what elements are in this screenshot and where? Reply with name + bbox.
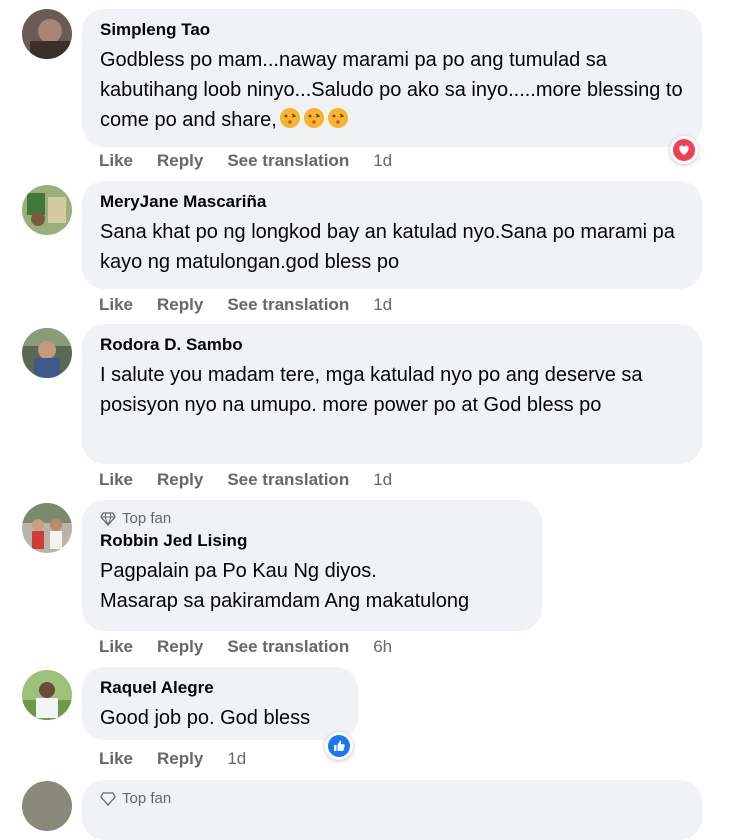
reply-button[interactable]: Reply bbox=[157, 470, 203, 490]
like-button[interactable]: Like bbox=[99, 470, 133, 490]
reply-button[interactable]: Reply bbox=[157, 151, 203, 171]
comment-text: I salute you madam tere, mga katulad nyo… bbox=[100, 364, 643, 416]
commenter-name[interactable]: Simpleng Tao bbox=[100, 19, 684, 41]
avatar[interactable] bbox=[22, 9, 72, 59]
top-fan-badge: Top fan bbox=[100, 510, 524, 527]
avatar[interactable] bbox=[22, 328, 72, 378]
kiss-emoji-icon bbox=[277, 108, 349, 131]
comment-actions: Like Reply See translation 6h bbox=[99, 637, 392, 657]
avatar[interactable] bbox=[22, 670, 72, 720]
commenter-name[interactable]: Raquel Alegre bbox=[100, 677, 340, 699]
see-translation-link[interactable]: See translation bbox=[227, 470, 349, 490]
top-fan-badge: Top fan bbox=[100, 790, 684, 807]
top-fan-label: Top fan bbox=[122, 510, 172, 527]
diamond-icon bbox=[100, 511, 116, 526]
comment-actions: Like Reply See translation 1d bbox=[99, 295, 392, 315]
reply-button[interactable]: Reply bbox=[157, 295, 203, 315]
comment-bubble: Simpleng Tao Godbless po mam...naway mar… bbox=[82, 9, 702, 147]
comment-text-wrap: Godbless po mam...naway marami pa po ang… bbox=[100, 45, 684, 135]
comment-actions: Like Reply See translation 1d bbox=[99, 470, 392, 490]
comment-bubble: Raquel Alegre Good job po. God bless bbox=[82, 667, 358, 740]
comment-text: Good job po. God bless bbox=[100, 707, 311, 729]
comment-bubble: Top fan bbox=[82, 780, 702, 840]
reply-button[interactable]: Reply bbox=[157, 637, 203, 657]
comment-actions: Like Reply See translation 1d bbox=[99, 151, 392, 171]
see-translation-link[interactable]: See translation bbox=[227, 295, 349, 315]
comment-text: Godbless po mam...naway marami pa po ang… bbox=[100, 49, 683, 131]
like-button[interactable]: Like bbox=[99, 295, 133, 315]
comment-bubble: Top fan Robbin Jed Lising Pagpalain pa P… bbox=[82, 500, 542, 631]
like-icon[interactable] bbox=[325, 732, 353, 760]
timestamp[interactable]: 1d bbox=[373, 151, 392, 171]
commenter-name[interactable]: MeryJane Mascariña bbox=[100, 191, 684, 213]
heart-icon[interactable] bbox=[670, 136, 698, 164]
comment-actions: Like Reply 1d bbox=[99, 749, 246, 769]
comment-text: Sana khat po ng longkod bay an katulad n… bbox=[100, 221, 675, 273]
top-fan-label: Top fan bbox=[122, 790, 172, 807]
timestamp[interactable]: 1d bbox=[373, 470, 392, 490]
see-translation-link[interactable]: See translation bbox=[227, 151, 349, 171]
timestamp[interactable]: 1d bbox=[373, 295, 392, 315]
avatar[interactable] bbox=[22, 503, 72, 553]
timestamp[interactable]: 1d bbox=[227, 749, 246, 769]
comment-bubble: Rodora D. Sambo I salute you madam tere,… bbox=[82, 324, 702, 464]
timestamp[interactable]: 6h bbox=[373, 637, 392, 657]
diamond-icon bbox=[100, 791, 116, 806]
comment-text: Pagpalain pa Po Kau Ng diyos. Masarap sa… bbox=[100, 560, 470, 612]
commenter-name[interactable]: Rodora D. Sambo bbox=[100, 334, 684, 356]
comment-bubble: MeryJane Mascariña Sana khat po ng longk… bbox=[82, 181, 702, 289]
commenter-name[interactable]: Robbin Jed Lising bbox=[100, 530, 524, 552]
like-button[interactable]: Like bbox=[99, 749, 133, 769]
like-button[interactable]: Like bbox=[99, 151, 133, 171]
see-translation-link[interactable]: See translation bbox=[227, 637, 349, 657]
avatar[interactable] bbox=[22, 185, 72, 235]
like-button[interactable]: Like bbox=[99, 637, 133, 657]
reply-button[interactable]: Reply bbox=[157, 749, 203, 769]
avatar[interactable] bbox=[22, 781, 72, 831]
